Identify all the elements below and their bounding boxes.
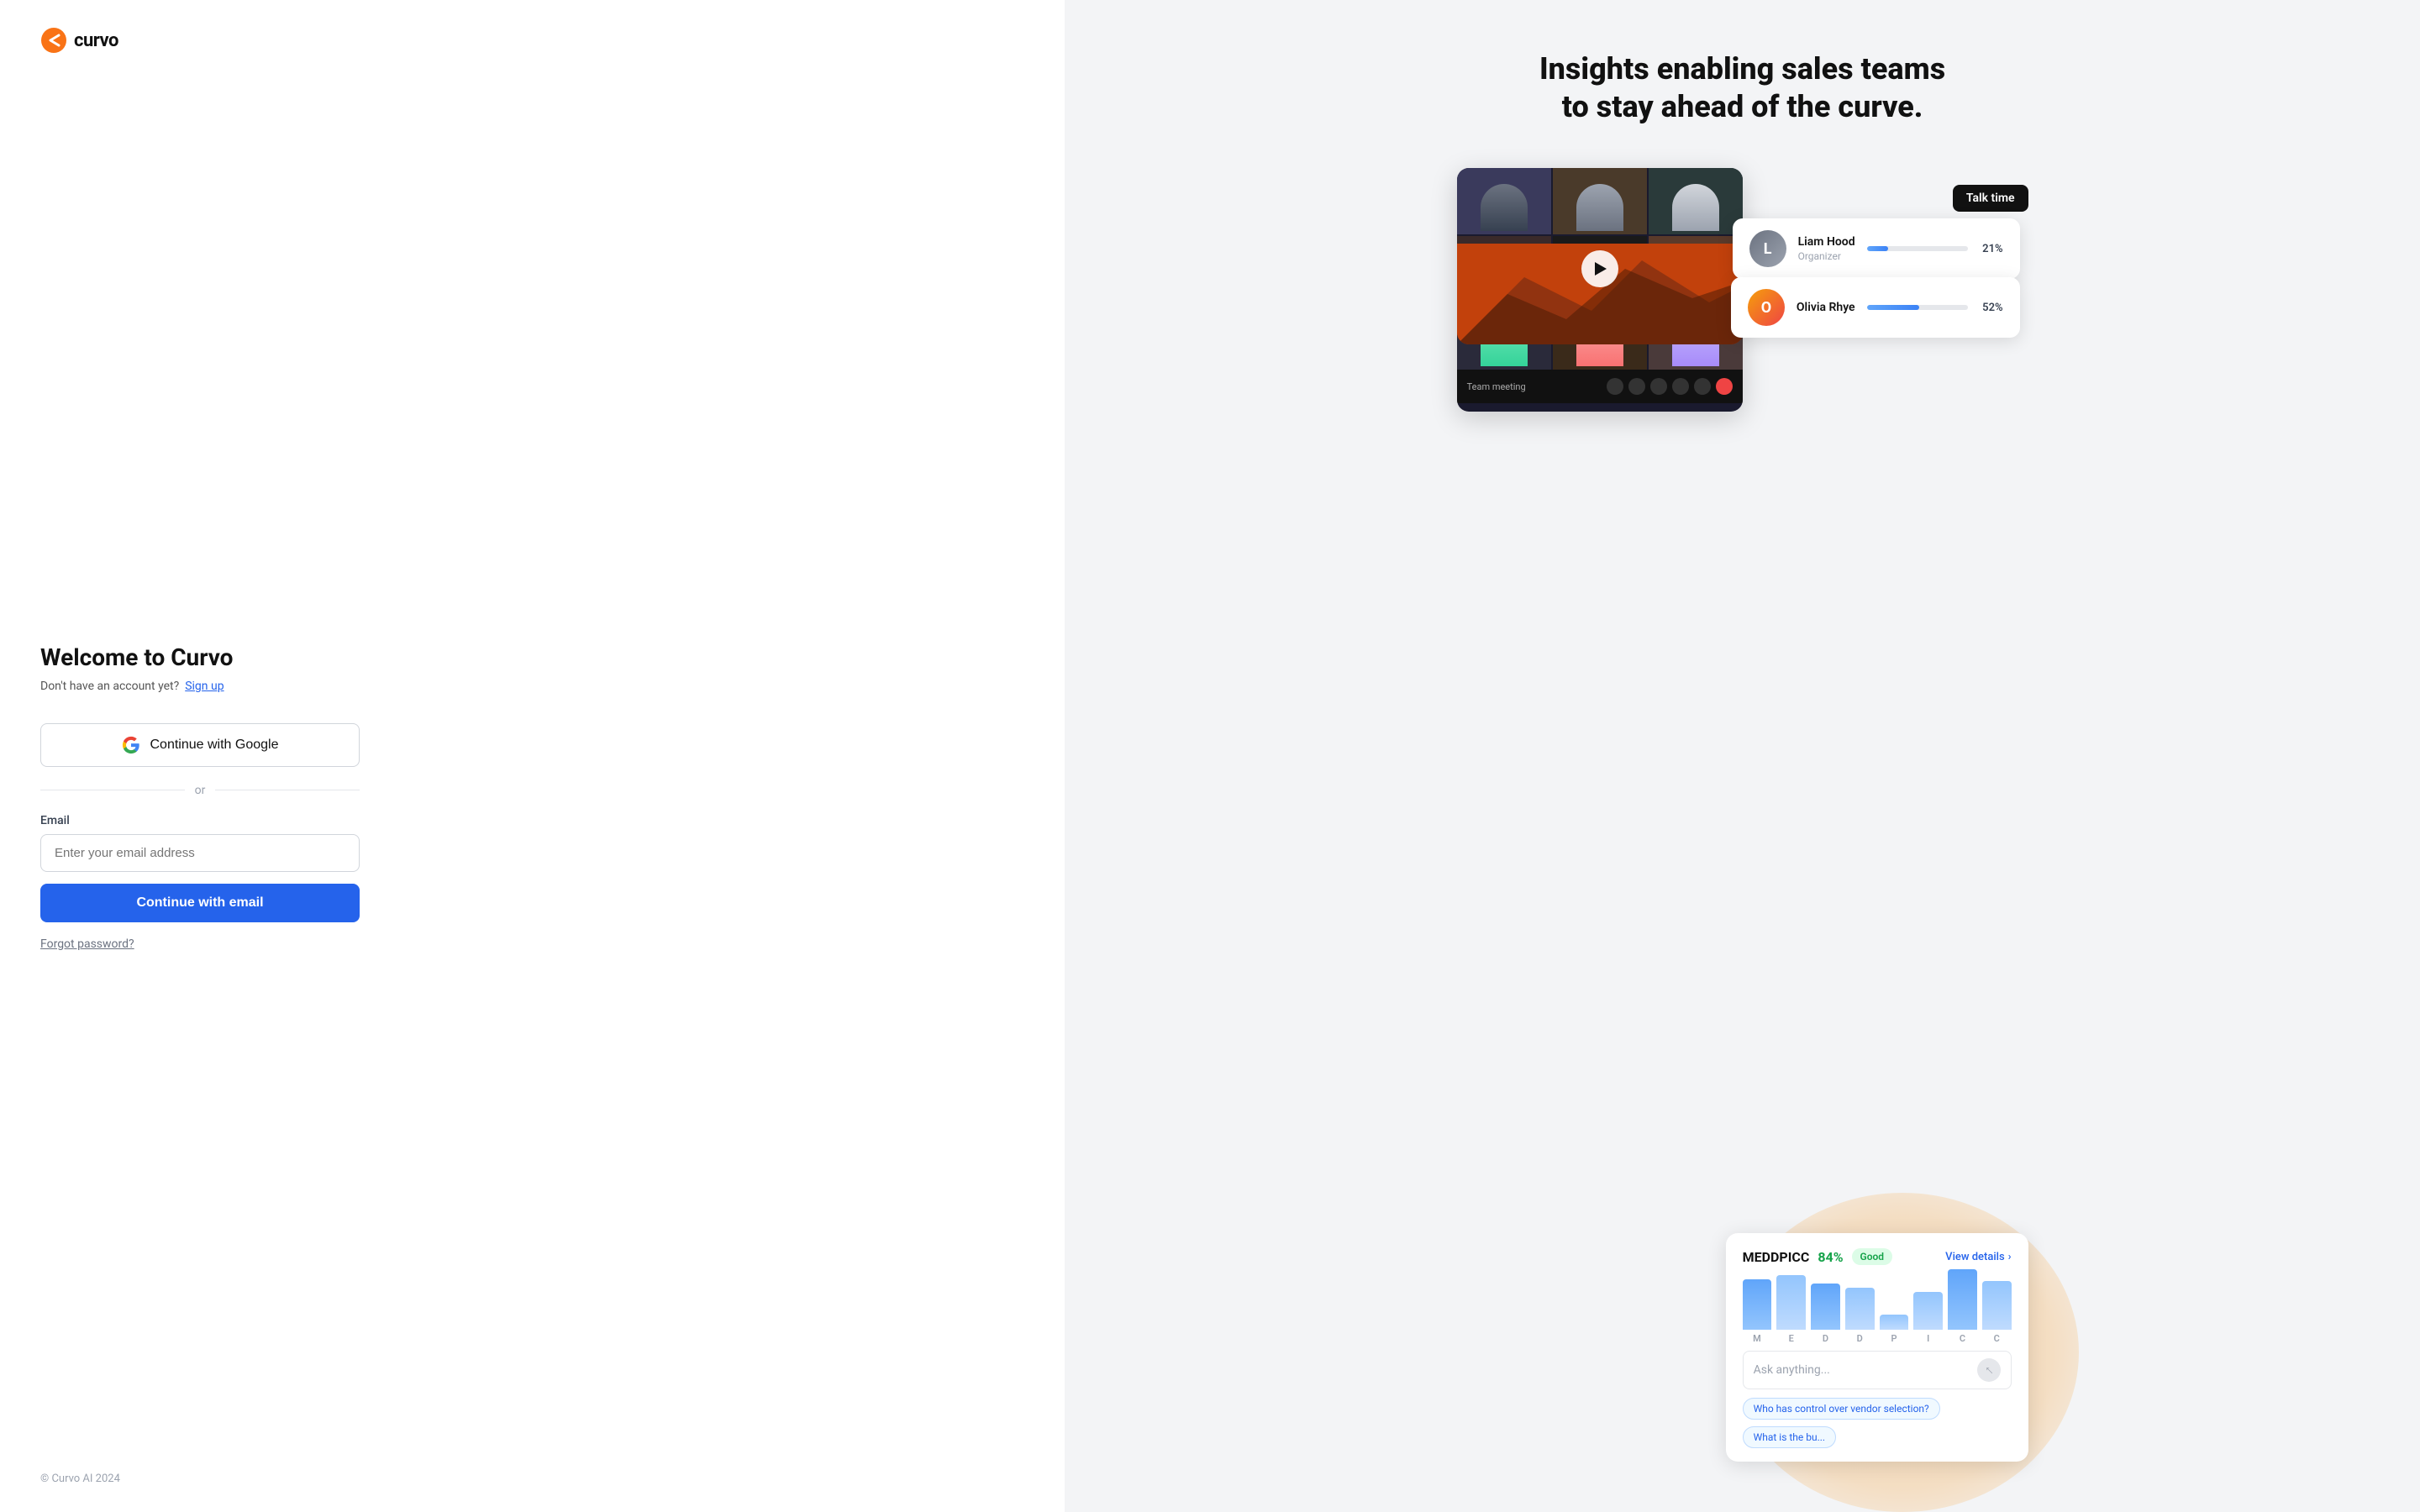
- right-headline: Insights enabling sales teams to stay ah…: [1533, 50, 1953, 126]
- talk-time-badge: Talk time: [1953, 185, 2028, 212]
- suggestion-pills: Who has control over vendor selection? W…: [1743, 1398, 2012, 1448]
- video-controls: [1607, 378, 1733, 395]
- stat-pct-olivia: 52%: [1976, 302, 2003, 314]
- video-cell-3: [1649, 168, 1743, 234]
- pill-2[interactable]: What is the bu...: [1743, 1426, 1837, 1448]
- bar-M: [1743, 1279, 1772, 1330]
- ctrl-more[interactable]: [1694, 378, 1711, 395]
- bar-col-D1: D: [1811, 1284, 1840, 1344]
- stat-bar-fill-olivia: [1867, 305, 1919, 310]
- pill-1[interactable]: Who has control over vendor selection?: [1743, 1398, 1940, 1420]
- footer-text: © Curvo AI 2024: [40, 1473, 1024, 1485]
- bar-label-D2: D: [1857, 1333, 1863, 1344]
- curvo-logo-icon: [40, 27, 67, 54]
- meddpicc-bar-chart: M E D D P: [1743, 1277, 2012, 1344]
- bar-label-E: E: [1789, 1333, 1794, 1344]
- forgot-password-link[interactable]: Forgot password?: [40, 937, 360, 951]
- bar-col-C1: C: [1948, 1269, 1977, 1344]
- video-footer: Team meeting: [1457, 370, 1743, 403]
- bar-col-I: I: [1913, 1292, 1943, 1344]
- form-area: Welcome to Curvo Don't have an account y…: [40, 121, 360, 1473]
- divider-text: or: [195, 784, 206, 797]
- bar-P: [1880, 1315, 1909, 1330]
- person-2: [1553, 168, 1647, 234]
- bar-col-P: P: [1880, 1315, 1909, 1344]
- stat-bar-track-liam: [1867, 246, 1968, 251]
- bar-col-C2: C: [1982, 1281, 2012, 1344]
- bar-E: [1776, 1275, 1806, 1330]
- video-footer-label: Team meeting: [1467, 381, 1526, 392]
- stat-bar-track-olivia: [1867, 305, 1968, 310]
- stat-card-liam: L Liam Hood Organizer 21%: [1733, 218, 2020, 279]
- stat-role-liam: Organizer: [1798, 250, 1855, 262]
- stat-bar-row-olivia: 52%: [1867, 302, 2003, 314]
- play-button[interactable]: [1581, 250, 1618, 287]
- google-signin-button[interactable]: Continue with Google: [40, 723, 360, 767]
- send-arrow-icon: ↑: [1981, 1362, 1997, 1378]
- person-1: [1457, 168, 1551, 234]
- stat-pct-liam: 21%: [1976, 243, 2003, 255]
- ctrl-screen[interactable]: [1650, 378, 1667, 395]
- avatar-olivia: O: [1748, 289, 1785, 326]
- divider-row: or: [40, 784, 360, 797]
- bar-D1: [1811, 1284, 1840, 1330]
- ctrl-end[interactable]: [1716, 378, 1733, 395]
- welcome-title: Welcome to Curvo: [40, 643, 360, 671]
- signup-link[interactable]: Sign up: [185, 680, 224, 693]
- person-3: [1649, 168, 1743, 234]
- left-panel: curvo Welcome to Curvo Don't have an acc…: [0, 0, 1065, 1512]
- stat-name-liam: Liam Hood: [1798, 235, 1855, 249]
- talk-time-label: Talk time: [1966, 192, 2015, 205]
- ctrl-video[interactable]: [1628, 378, 1645, 395]
- bar-I: [1913, 1292, 1943, 1330]
- meddpicc-badge: Good: [1852, 1248, 1893, 1265]
- meddpicc-card: MEDDPICC 84% Good View details › M E: [1726, 1233, 2028, 1462]
- chevron-right-icon: ›: [2008, 1251, 2012, 1263]
- meddpicc-score: 84%: [1818, 1249, 1843, 1265]
- video-call-card: Team meeting: [1457, 168, 1743, 412]
- illustration-container: Team meeting Talk time L Liam Hood Organ…: [1457, 168, 2028, 1478]
- ask-input-row[interactable]: Ask anything... ↑: [1743, 1351, 2012, 1389]
- stat-bar-row-liam: 21%: [1867, 243, 2003, 255]
- bar-label-P: P: [1891, 1333, 1897, 1344]
- video-cell-2: [1553, 168, 1647, 234]
- bar-C2: [1982, 1281, 2012, 1330]
- bar-D2: [1845, 1288, 1875, 1330]
- stat-info-olivia: Olivia Rhye: [1797, 301, 1855, 314]
- bar-label-C2: C: [1994, 1333, 2000, 1344]
- bar-col-E: E: [1776, 1275, 1806, 1344]
- stat-info-liam: Liam Hood Organizer: [1798, 235, 1855, 262]
- logo-text: curvo: [74, 30, 118, 51]
- avatar-liam: L: [1749, 230, 1786, 267]
- google-icon: [122, 736, 140, 754]
- bar-label-C1: C: [1960, 1333, 1965, 1344]
- stat-bar-fill-liam: [1867, 246, 1888, 251]
- bar-col-M: M: [1743, 1279, 1772, 1344]
- bar-label-M: M: [1753, 1333, 1761, 1344]
- ask-input-placeholder: Ask anything...: [1754, 1363, 1970, 1377]
- bar-label-I: I: [1927, 1333, 1929, 1344]
- meddpicc-title: MEDDPICC: [1743, 1249, 1810, 1265]
- signup-prompt-text: Don't have an account yet?: [40, 680, 179, 693]
- stat-name-olivia: Olivia Rhye: [1797, 301, 1855, 314]
- signup-row: Don't have an account yet? Sign up: [40, 680, 360, 693]
- stat-card-olivia: O Olivia Rhye 52%: [1731, 277, 2020, 338]
- send-button[interactable]: ↑: [1977, 1358, 2001, 1382]
- meddpicc-header: MEDDPICC 84% Good View details ›: [1743, 1248, 2012, 1265]
- bar-col-D2: D: [1845, 1288, 1875, 1344]
- ctrl-mic[interactable]: [1607, 378, 1623, 395]
- email-input[interactable]: [40, 834, 360, 872]
- logo-area: curvo: [40, 27, 1024, 54]
- play-triangle-icon: [1595, 262, 1607, 276]
- google-btn-label: Continue with Google: [150, 738, 279, 753]
- ctrl-chat[interactable]: [1672, 378, 1689, 395]
- right-panel: Insights enabling sales teams to stay ah…: [1065, 0, 2420, 1512]
- email-label: Email: [40, 814, 360, 827]
- continue-email-button[interactable]: Continue with email: [40, 884, 360, 922]
- view-details-link[interactable]: View details ›: [1945, 1251, 2011, 1263]
- bar-label-D1: D: [1823, 1333, 1828, 1344]
- bar-C1: [1948, 1269, 1977, 1330]
- video-cell-1: [1457, 168, 1551, 234]
